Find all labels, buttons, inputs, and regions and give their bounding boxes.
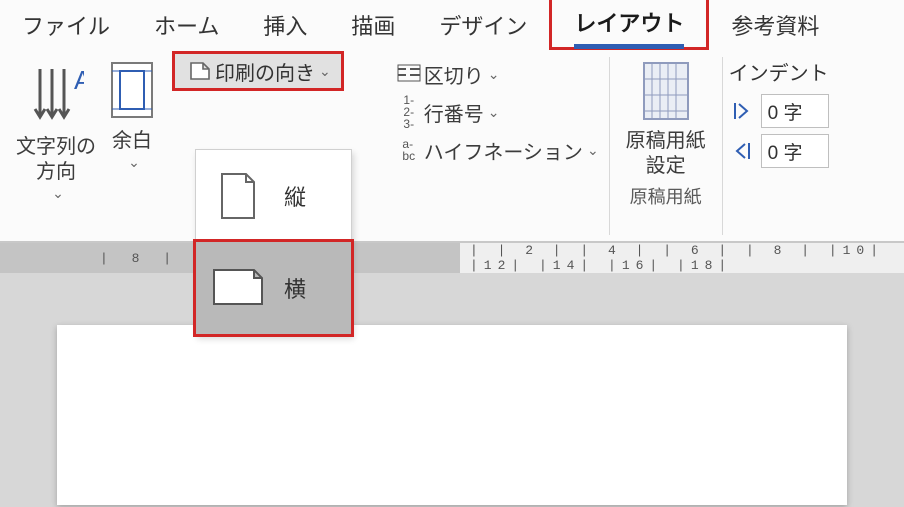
margins-icon bbox=[108, 59, 156, 123]
orientation-dropdown: 縦 横 bbox=[195, 149, 352, 335]
orientation-portrait-label: 縦 bbox=[284, 180, 306, 212]
group-page-setup: A 文字列の 方向 ⌄ 余白 ⌄ bbox=[0, 51, 172, 241]
breaks-icon bbox=[394, 63, 424, 85]
ribbon: A 文字列の 方向 ⌄ 余白 ⌄ bbox=[0, 51, 904, 243]
chevron-down-icon: ⌄ bbox=[488, 104, 500, 121]
text-direction-icon: A bbox=[28, 59, 84, 129]
group-manuscript: 原稿用紙 設定 原稿用紙 bbox=[610, 51, 722, 241]
orientation-button[interactable]: 印刷の向き ⌄ bbox=[172, 51, 344, 91]
line-numbers-button[interactable]: 1-2-3- 行番号 ⌄ bbox=[384, 93, 609, 131]
tab-file[interactable]: ファイル bbox=[0, 0, 132, 50]
document-area[interactable] bbox=[0, 273, 904, 507]
margins-label: 余白 bbox=[112, 129, 152, 154]
orientation-portrait[interactable]: 縦 bbox=[196, 150, 351, 242]
tab-insert[interactable]: 挿入 bbox=[241, 0, 329, 50]
chevron-down-icon: ⌄ bbox=[52, 185, 64, 202]
tab-references[interactable]: 参考資料 bbox=[709, 0, 841, 50]
manuscript-icon bbox=[640, 59, 692, 123]
tab-layout[interactable]: レイアウト bbox=[549, 0, 709, 50]
line-numbers-label: 行番号 bbox=[424, 98, 484, 127]
tab-home[interactable]: ホーム bbox=[132, 0, 241, 50]
chevron-down-icon: ⌄ bbox=[128, 154, 140, 171]
orientation-landscape[interactable]: 横 bbox=[193, 239, 354, 337]
margins-button[interactable]: 余白 ⌄ bbox=[102, 57, 162, 171]
group-indent: インデント 0 字 0 字 bbox=[723, 51, 835, 241]
hyphenation-button[interactable]: a-bc ハイフネーション ⌄ bbox=[384, 131, 609, 169]
manuscript-settings-button[interactable]: 原稿用紙 設定 bbox=[620, 57, 712, 179]
breaks-button[interactable]: 区切り ⌄ bbox=[384, 55, 609, 93]
text-direction-button[interactable]: A 文字列の 方向 ⌄ bbox=[10, 57, 102, 202]
svg-text:A: A bbox=[74, 65, 84, 95]
orientation-label: 印刷の向き bbox=[215, 57, 315, 86]
line-numbers-icon: 1-2-3- bbox=[394, 94, 424, 130]
indent-left-input[interactable]: 0 字 bbox=[761, 94, 829, 128]
tab-design[interactable]: デザイン bbox=[417, 0, 549, 50]
hyphenation-icon: a-bc bbox=[394, 138, 424, 162]
chevron-down-icon: ⌄ bbox=[488, 66, 500, 83]
horizontal-ruler[interactable]: | 8 | | | 2 | | 4 | | 6 | | 8 | |10| |12… bbox=[0, 243, 904, 273]
page-portrait-icon bbox=[210, 170, 266, 222]
text-direction-label: 文字列の 方向 bbox=[16, 135, 96, 185]
page-landscape-icon bbox=[210, 266, 266, 310]
indent-left-icon bbox=[729, 100, 755, 122]
breaks-label: 区切り bbox=[424, 60, 484, 89]
manuscript-group-caption: 原稿用紙 bbox=[630, 183, 702, 209]
chevron-down-icon: ⌄ bbox=[587, 142, 599, 159]
hyphenation-label: ハイフネーション bbox=[424, 136, 583, 165]
group-page-setup-more: 区切り ⌄ 1-2-3- 行番号 ⌄ a-bc ハイフネーション ⌄ bbox=[384, 51, 609, 241]
orientation-icon bbox=[185, 59, 215, 83]
chevron-down-icon: ⌄ bbox=[319, 63, 331, 80]
indent-right-input[interactable]: 0 字 bbox=[761, 134, 829, 168]
orientation-landscape-label: 横 bbox=[284, 272, 306, 304]
ribbon-tabs: ファイル ホーム 挿入 描画 デザイン レイアウト 参考資料 bbox=[0, 0, 904, 51]
indent-title: インデント bbox=[729, 57, 829, 86]
manuscript-settings-label: 原稿用紙 設定 bbox=[626, 129, 706, 179]
tab-draw[interactable]: 描画 bbox=[329, 0, 417, 50]
page[interactable] bbox=[57, 325, 847, 505]
ruler-scale: | | 2 | | 4 | | 6 | | 8 | |10| |12| |14|… bbox=[460, 243, 904, 273]
indent-right-icon bbox=[729, 140, 755, 162]
